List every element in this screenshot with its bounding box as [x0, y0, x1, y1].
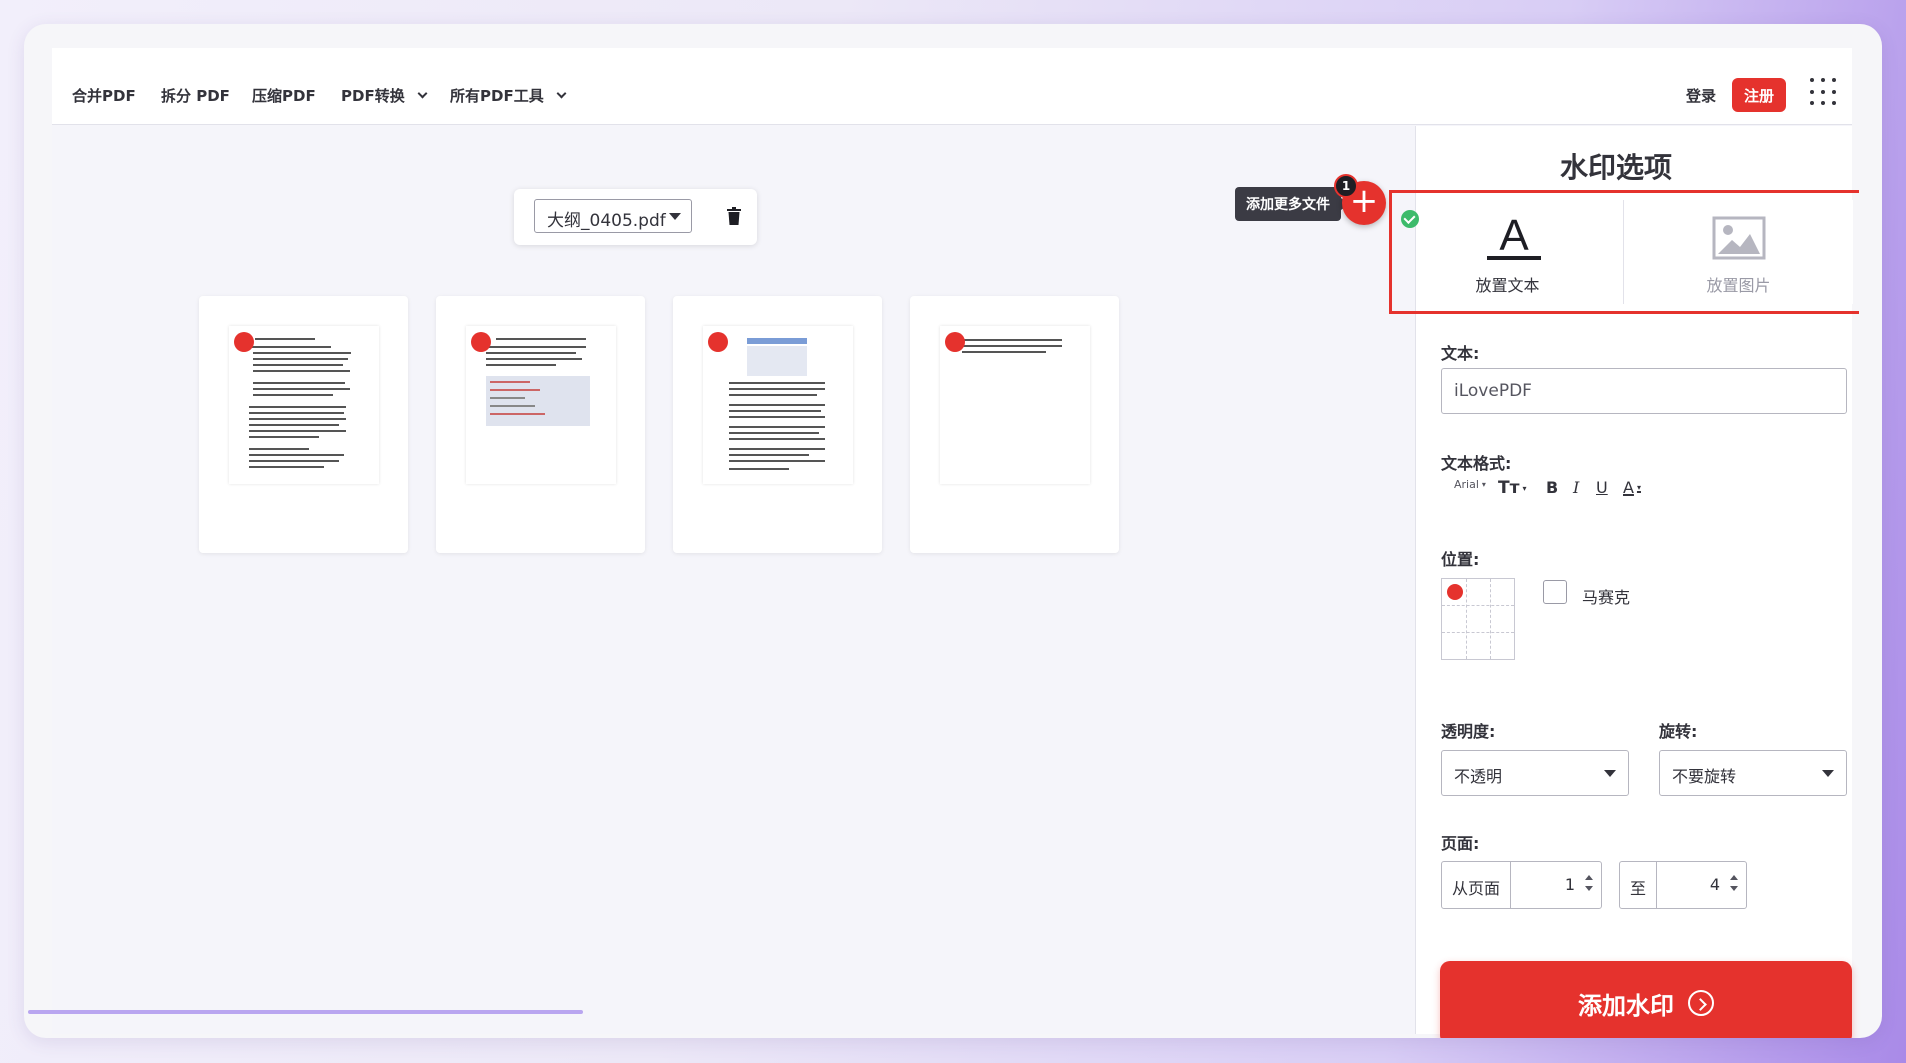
- image-icon: [1712, 216, 1766, 260]
- nav-label: PDF转换: [341, 87, 405, 105]
- browser-window: 合并PDF 拆分 PDF 压缩PDF PDF转换 所有PDF工具 登录 注册 大…: [24, 24, 1882, 1038]
- watermark-position-dot: [471, 332, 491, 352]
- workspace: 大纲_0405.pdf 添加更多文件 + 1: [52, 126, 1413, 1034]
- caret-down-icon: [1822, 770, 1834, 777]
- text-format-label: 文本格式:: [1441, 454, 1512, 473]
- watermark-position-dot: [708, 332, 728, 352]
- underline-icon[interactable]: U: [1596, 478, 1608, 497]
- nav-merge-pdf[interactable]: 合并PDF: [72, 85, 136, 106]
- caret-down-icon: [1604, 770, 1616, 777]
- add-watermark-label: 添加水印: [1578, 991, 1674, 1020]
- text-label: 文本:: [1441, 344, 1480, 363]
- page-thumbnail[interactable]: [673, 296, 882, 553]
- add-more-tooltip: 添加更多文件: [1235, 187, 1349, 221]
- mosaic-checkbox[interactable]: [1543, 580, 1567, 604]
- login-link[interactable]: 登录: [1686, 85, 1716, 106]
- check-icon: [1401, 210, 1419, 228]
- page-preview: [229, 326, 379, 484]
- nav-label: 拆分 PDF: [161, 87, 230, 105]
- file-select[interactable]: 大纲_0405.pdf: [534, 199, 692, 233]
- watermark-text-input[interactable]: [1441, 368, 1847, 414]
- from-page-value[interactable]: 1: [1511, 862, 1601, 908]
- font-name: Arial: [1454, 478, 1479, 491]
- app-container: 合并PDF 拆分 PDF 压缩PDF PDF转换 所有PDF工具 登录 注册 大…: [52, 48, 1859, 1038]
- opacity-value: 不透明: [1454, 767, 1503, 786]
- pages-label: 页面:: [1441, 834, 1480, 853]
- watermark-position-dot: [945, 332, 965, 352]
- apps-grid-icon[interactable]: [1810, 78, 1838, 106]
- from-page-field[interactable]: 从页面 1: [1441, 861, 1602, 909]
- rotation-select[interactable]: 不要旋转: [1659, 750, 1847, 796]
- file-name: 大纲_0405.pdf: [547, 211, 666, 231]
- font-size-icon[interactable]: Tт ▾: [1498, 478, 1526, 498]
- to-page-number: 4: [1709, 875, 1720, 894]
- page-thumbnail[interactable]: [436, 296, 645, 553]
- watermark-options-panel: 水印选项 A 放置文本 放置图片 文本: 文本格式:: [1389, 126, 1859, 1038]
- page-preview: [466, 326, 616, 484]
- place-image-label: 放置图片: [1706, 276, 1771, 295]
- nav-convert-pdf[interactable]: PDF转换: [341, 85, 428, 106]
- nav-label: 合并PDF: [72, 87, 136, 105]
- opacity-label: 透明度:: [1441, 722, 1496, 741]
- watermark-position-dot: [234, 332, 254, 352]
- text-a-icon: A: [1487, 212, 1541, 260]
- place-text-label: 放置文本: [1475, 276, 1540, 295]
- nav-label: 压缩PDF: [252, 87, 316, 105]
- opacity-select[interactable]: 不透明: [1441, 750, 1629, 796]
- arrow-right-circle-icon: [1688, 990, 1714, 1016]
- place-text-tab[interactable]: A 放置文本: [1393, 200, 1622, 304]
- position-grid[interactable]: [1441, 578, 1515, 660]
- nav-compress-pdf[interactable]: 压缩PDF: [252, 85, 316, 106]
- chevron-down-icon: [556, 88, 567, 99]
- position-selected-dot: [1447, 584, 1463, 600]
- from-page-label: 从页面: [1442, 862, 1512, 908]
- svg-text:A: A: [1499, 212, 1529, 260]
- to-page-value[interactable]: 4: [1657, 862, 1746, 908]
- from-page-number: 1: [1564, 875, 1575, 894]
- panel-title: 水印选项: [1559, 151, 1672, 184]
- trash-icon[interactable]: [727, 207, 741, 225]
- spinner-arrows-icon[interactable]: [1730, 875, 1738, 897]
- place-image-tab[interactable]: 放置图片: [1623, 200, 1853, 304]
- file-toolbar: 大纲_0405.pdf: [514, 189, 757, 245]
- position-label: 位置:: [1441, 550, 1480, 569]
- top-navigation: 合并PDF 拆分 PDF 压缩PDF PDF转换 所有PDF工具 登录 注册: [52, 48, 1852, 125]
- scroll-progress-bar: [28, 1010, 583, 1014]
- mosaic-label: 马赛克: [1582, 588, 1631, 607]
- signup-button[interactable]: 注册: [1732, 78, 1786, 112]
- caret-down-icon: [669, 213, 681, 220]
- font-color-icon[interactable]: A ▾: [1623, 478, 1641, 497]
- page-thumbnail[interactable]: [910, 296, 1119, 553]
- nav-label: 所有PDF工具: [450, 87, 544, 105]
- add-watermark-button[interactable]: 添加水印: [1440, 961, 1852, 1038]
- rotation-label: 旋转:: [1659, 722, 1698, 741]
- to-page-field[interactable]: 至 4: [1619, 861, 1747, 909]
- bold-icon[interactable]: B: [1546, 478, 1558, 497]
- nav-split-pdf[interactable]: 拆分 PDF: [161, 85, 230, 106]
- nav-all-tools[interactable]: 所有PDF工具: [450, 85, 567, 106]
- page-preview: [703, 326, 853, 484]
- to-page-label: 至: [1620, 862, 1658, 908]
- page-thumbnail[interactable]: [199, 296, 408, 553]
- page-preview: [940, 326, 1090, 484]
- italic-icon[interactable]: I: [1573, 478, 1579, 497]
- rotation-value: 不要旋转: [1672, 767, 1737, 786]
- font-select[interactable]: Arial ▾: [1454, 478, 1486, 491]
- spinner-arrows-icon[interactable]: [1585, 875, 1593, 897]
- chevron-down-icon: [417, 88, 428, 99]
- file-count-badge: 1: [1334, 174, 1358, 198]
